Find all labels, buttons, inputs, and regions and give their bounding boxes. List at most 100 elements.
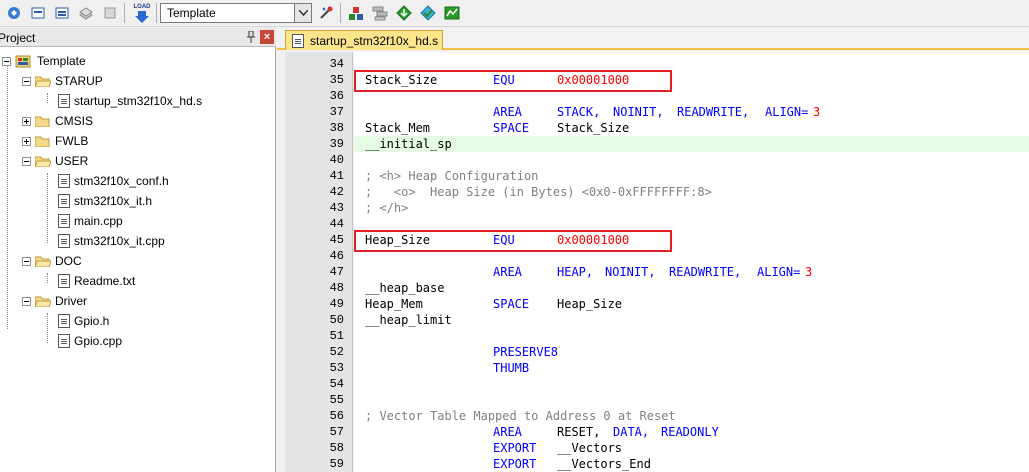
tree-item-label: STARUP <box>55 74 103 88</box>
expand-icon[interactable] <box>22 116 31 126</box>
tree-item-label: Gpio.h <box>74 314 110 328</box>
line-number: 43 <box>329 201 344 215</box>
translate-icon[interactable] <box>4 3 24 23</box>
code-line[interactable]: ; Vector Table Mapped to Address 0 at Re… <box>354 408 1029 424</box>
file-icon <box>58 214 70 228</box>
tree-item-template[interactable]: Template <box>2 51 86 71</box>
code-token: __initial_sp <box>365 137 452 151</box>
folder-icon <box>35 136 50 147</box>
tree-item-cmsis[interactable]: CMSIS <box>22 111 93 131</box>
code-line[interactable]: AREA STACK, NOINIT, READWRITE, ALIGN= 3 <box>354 104 1029 120</box>
target-select-value: Template <box>167 6 216 20</box>
pack-installer-icon[interactable] <box>394 3 414 23</box>
chevron-down-icon[interactable] <box>294 3 312 23</box>
rebuild-icon[interactable] <box>52 3 72 23</box>
tab-startup-file[interactable]: startup_stm32f10x_hd.s <box>285 30 443 50</box>
tree-item-label: startup_stm32f10x_hd.s <box>74 94 203 108</box>
tree-item-main-cpp[interactable]: main.cpp <box>58 211 123 231</box>
line-number: 57 <box>329 425 344 439</box>
code-line[interactable]: Stack_Mem SPACE Stack_Size <box>354 120 1029 136</box>
code-line[interactable] <box>354 328 1029 344</box>
project-panel-title: Project <box>0 31 36 45</box>
pin-icon[interactable] <box>246 31 256 43</box>
code-token: __Vectors_End <box>557 457 651 471</box>
tree-item-starup[interactable]: STARUP <box>22 71 103 91</box>
code-token: Heap_Mem <box>365 297 423 311</box>
tree-item-user[interactable]: USER <box>22 151 88 171</box>
code-line[interactable]: __heap_limit <box>354 312 1029 328</box>
collapse-icon[interactable] <box>22 156 31 166</box>
code-line[interactable] <box>354 248 1029 264</box>
build-icon[interactable] <box>28 3 48 23</box>
code-comment: ; </h> <box>365 201 409 215</box>
tree-item-gpio-h[interactable]: Gpio.h <box>58 311 109 331</box>
code-line[interactable] <box>354 376 1029 392</box>
code-keyword: DATA, <box>613 425 650 439</box>
code-line[interactable]: ; </h> <box>354 200 1029 216</box>
collapse-icon[interactable] <box>22 76 31 86</box>
close-icon[interactable]: × <box>260 30 274 44</box>
select-packs-icon[interactable] <box>418 3 438 23</box>
code-line[interactable]: PRESERVE8 <box>354 344 1029 360</box>
code-keyword: NOINIT, <box>613 105 664 119</box>
tree-item-label: DOC <box>55 254 82 268</box>
code-line[interactable]: __initial_sp <box>354 136 1029 152</box>
folder-open-icon <box>35 156 51 167</box>
tree-item-startup-file[interactable]: startup_stm32f10x_hd.s <box>58 91 202 111</box>
code-keyword: READWRITE, <box>669 265 742 279</box>
target-select[interactable]: Template <box>160 3 312 23</box>
line-number: 35 <box>329 73 344 87</box>
code-keyword: HEAP, <box>557 265 594 279</box>
line-number: 46 <box>329 249 344 263</box>
tree-item-label: Template <box>37 54 86 68</box>
collapse-icon[interactable] <box>22 256 31 266</box>
options-icon[interactable] <box>316 3 336 23</box>
code-line[interactable] <box>354 88 1029 104</box>
manage-env-icon[interactable] <box>442 3 462 23</box>
code-line[interactable]: THUMB <box>354 360 1029 376</box>
tree-connector <box>47 93 48 103</box>
folder-open-icon <box>35 256 51 267</box>
stop-build-icon[interactable] <box>100 3 120 23</box>
code-keyword: SPACE <box>493 297 530 311</box>
tree-item-it-h[interactable]: stm32f10x_it.h <box>58 191 152 211</box>
code-editor[interactable]: Stack_Size EQU 0x00001000 AREA STACK, NOINIT,… <box>354 52 1029 472</box>
code-line[interactable]: Heap_Mem SPACE Heap_Size <box>354 296 1029 312</box>
code-line[interactable] <box>354 152 1029 168</box>
tree-item-it-cpp[interactable]: stm32f10x_it.cpp <box>58 231 165 251</box>
collapse-icon[interactable] <box>22 296 31 306</box>
tree-item-readme[interactable]: Readme.txt <box>58 271 135 291</box>
collapse-icon[interactable] <box>2 56 11 66</box>
editor-tab-bar: startup_stm32f10x_hd.s <box>277 28 1029 50</box>
code-line[interactable]: EXPORT __Vectors <box>354 440 1029 456</box>
code-token: __Vectors <box>557 441 623 455</box>
code-token: __heap_base <box>365 281 445 295</box>
tree-connector <box>47 273 48 283</box>
tree-item-conf-h[interactable]: stm32f10x_conf.h <box>58 171 169 191</box>
expand-icon[interactable] <box>22 136 31 146</box>
line-number: 38 <box>329 121 344 135</box>
tree-item-gpio-cpp[interactable]: Gpio.cpp <box>58 331 122 351</box>
tree-item-driver[interactable]: Driver <box>22 291 87 311</box>
code-line[interactable] <box>354 392 1029 408</box>
tree-connector <box>7 65 8 329</box>
line-number: 40 <box>329 153 344 167</box>
code-line[interactable]: ; <o> Heap Size (in Bytes) <0x0-0xFFFFFF… <box>354 184 1029 200</box>
code-line[interactable]: AREA RESET, DATA, READONLY <box>354 424 1029 440</box>
download-icon[interactable]: LOAD <box>132 3 152 23</box>
line-number: 47 <box>329 265 344 279</box>
manage-components-icon[interactable] <box>346 3 366 23</box>
tree-item-doc[interactable]: DOC <box>22 251 82 271</box>
file-extensions-icon[interactable] <box>370 3 390 23</box>
tree-item-label: Readme.txt <box>74 274 136 288</box>
code-line[interactable]: AREA HEAP, NOINIT, READWRITE, ALIGN= 3 <box>354 264 1029 280</box>
batch-build-icon[interactable] <box>76 3 96 23</box>
code-keyword: STACK, <box>557 105 601 119</box>
line-number: 44 <box>329 217 344 231</box>
code-line[interactable]: ; <h> Heap Configuration <box>354 168 1029 184</box>
code-keyword: ALIGN= <box>757 265 801 279</box>
code-line[interactable]: __heap_base <box>354 280 1029 296</box>
code-line[interactable]: EXPORT __Vectors_End <box>354 456 1029 472</box>
code-token: Heap_Size <box>557 297 623 311</box>
tree-item-fwlb[interactable]: FWLB <box>22 131 88 151</box>
